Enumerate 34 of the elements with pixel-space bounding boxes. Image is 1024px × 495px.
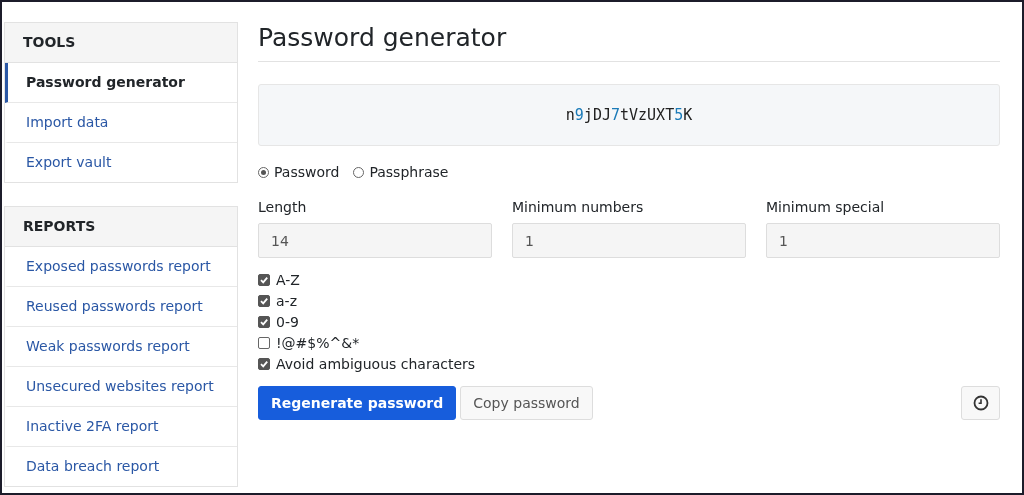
page-title: Password generator [258, 22, 1000, 62]
sidebar-item[interactable]: Password generator [5, 63, 237, 103]
input-field[interactable]: 14 [258, 223, 492, 258]
section-heading: TOOLS [5, 23, 237, 63]
sidebar-item[interactable]: Exposed passwords report [5, 247, 237, 287]
history-button[interactable] [961, 386, 1000, 420]
sidebar-item[interactable]: Weak passwords report [5, 327, 237, 367]
checkbox-label[interactable]: a-z [276, 293, 297, 309]
checkbox-label[interactable]: !@#$%^&* [276, 335, 360, 351]
checkbox[interactable] [258, 295, 270, 307]
checkbox-label[interactable]: 0-9 [276, 314, 299, 330]
radio-label[interactable]: Passphrase [369, 164, 449, 180]
checkbox-label[interactable]: Avoid ambiguous characters [276, 356, 476, 372]
regenerate-button[interactable]: Regenerate password [258, 386, 457, 420]
input-field[interactable]: 1 [512, 223, 746, 258]
checkbox-label[interactable]: A-Z [276, 272, 300, 288]
checkbox[interactable] [258, 316, 270, 328]
checkbox[interactable] [258, 358, 270, 370]
sidebar-item[interactable]: Import data [5, 103, 237, 143]
sidebar-item[interactable]: Unsecured websites report [5, 367, 237, 407]
sidebar-item[interactable]: Export vault [5, 143, 237, 182]
field-label: Minimum numbers [512, 199, 645, 215]
copy-button[interactable]: Copy password [460, 386, 593, 420]
field-label: Length [258, 199, 308, 215]
sidebar-item[interactable]: Data breach report [5, 447, 237, 486]
checkbox[interactable] [258, 274, 270, 286]
sidebar-item[interactable]: Reused passwords report [5, 287, 237, 327]
checkbox[interactable] [258, 337, 270, 349]
input-field[interactable]: 1 [766, 223, 1000, 258]
radio-label[interactable]: Password [274, 164, 340, 180]
sidebar-item[interactable]: Inactive 2FA report [5, 407, 237, 447]
field-label: Minimum special [766, 199, 886, 215]
clock-icon [972, 395, 989, 411]
section-heading: REPORTS [5, 207, 237, 247]
